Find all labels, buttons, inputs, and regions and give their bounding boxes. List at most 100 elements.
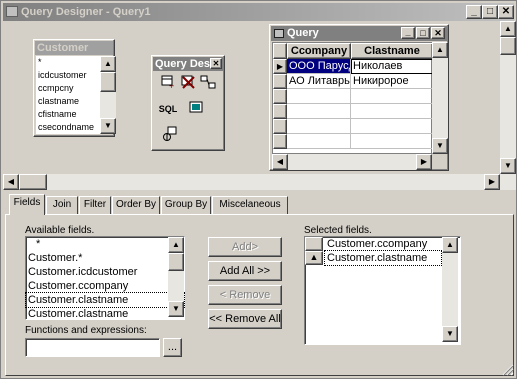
- available-scroll-thumb[interactable]: [168, 253, 184, 271]
- available-field-item[interactable]: Customer.icdcustomer: [26, 265, 184, 279]
- output-icon[interactable]: [186, 100, 206, 118]
- app-icon: [6, 6, 18, 17]
- design-vscroll-thumb[interactable]: [500, 37, 516, 55]
- column-header-company[interactable]: Ccompany: [287, 43, 351, 59]
- remove-button[interactable]: < Remove: [208, 285, 282, 305]
- design-scroll-up[interactable]: ▲: [500, 21, 516, 37]
- grid-cell-lastname[interactable]: Николаев: [351, 59, 433, 74]
- drag-handle[interactable]: ▲: [305, 251, 323, 265]
- customer-field-item[interactable]: ccmpcny: [36, 82, 100, 95]
- customer-field-item[interactable]: csecondname: [36, 121, 100, 134]
- tab-join[interactable]: Join: [46, 196, 78, 214]
- query-scroll-down[interactable]: ▼: [432, 138, 448, 154]
- drag-handle[interactable]: [305, 237, 323, 251]
- remove-all-button[interactable]: << Remove All: [208, 309, 282, 329]
- size-grip[interactable]: [500, 362, 514, 376]
- design-hscroll-thumb[interactable]: [19, 174, 47, 190]
- query-minimize-button[interactable]: _: [401, 27, 415, 39]
- add-table-icon[interactable]: +: [158, 74, 178, 92]
- tab-order-by[interactable]: Order By: [112, 196, 160, 214]
- selected-scroll-down[interactable]: ▼: [442, 326, 458, 342]
- query-scroll-right[interactable]: ▶: [416, 154, 432, 170]
- column-header-lastname[interactable]: Clastname: [351, 43, 433, 59]
- toolbox-close-button[interactable]: ✕: [210, 58, 222, 69]
- available-scroll-up[interactable]: ▲: [168, 237, 184, 253]
- row-selector[interactable]: [273, 89, 287, 104]
- grid-cell-lastname[interactable]: [351, 119, 433, 134]
- available-field-item[interactable]: Customer.ccompany: [26, 279, 184, 293]
- title-bar[interactable]: Query Designer - Query1 _ □ ✕: [3, 3, 514, 21]
- selected-fields-list[interactable]: Customer.ccompany ▲ Customer.clastname ▲ ▼: [304, 236, 461, 345]
- functions-browse-button[interactable]: ...: [163, 338, 182, 357]
- query-results-window[interactable]: Query _ □ ✕ Ccompany Clastname ▶ ООО Пару…: [269, 24, 449, 171]
- selected-scroll-up[interactable]: ▲: [442, 237, 458, 253]
- query-scroll-left[interactable]: ◀: [272, 154, 288, 170]
- tab-group-by[interactable]: Group By: [161, 196, 211, 214]
- query-scroll-up[interactable]: ▲: [432, 42, 448, 58]
- functions-input[interactable]: [25, 338, 160, 357]
- customer-table-box[interactable]: Customer * icdcustomer ccmpcny clastname cfi…: [33, 39, 116, 137]
- grid-cell-lastname[interactable]: [351, 89, 433, 104]
- scroll-up-button[interactable]: ▲: [100, 56, 116, 72]
- row-selector[interactable]: [273, 119, 287, 134]
- run-query-icon[interactable]: [160, 126, 180, 144]
- design-vscroll[interactable]: ▲ ▼: [500, 21, 516, 174]
- add-all-button[interactable]: Add All >>: [208, 261, 282, 281]
- available-scrollbar[interactable]: ▲ ▼: [168, 237, 184, 317]
- grid-cell-company[interactable]: АО Литаврь: [287, 74, 351, 89]
- query-hscroll[interactable]: ◀ ▶: [272, 154, 432, 170]
- available-scroll-down[interactable]: ▼: [168, 301, 184, 317]
- grid-cell-lastname[interactable]: Никиророе: [351, 74, 433, 89]
- grid-cell-company[interactable]: [287, 119, 351, 134]
- maximize-button[interactable]: □: [482, 5, 498, 19]
- row-selector[interactable]: [273, 134, 287, 149]
- customer-field-item[interactable]: *: [36, 56, 100, 69]
- scroll-thumb[interactable]: [100, 72, 116, 92]
- query-maximize-button[interactable]: □: [416, 27, 430, 39]
- grid-icon: [274, 29, 284, 38]
- add-button[interactable]: Add>: [208, 237, 282, 257]
- design-scroll-left[interactable]: ◀: [3, 174, 19, 190]
- tab-fields[interactable]: Fields: [9, 194, 45, 215]
- available-fields-list[interactable]: * Customer.* Customer.icdcustomer Customer.…: [25, 236, 185, 320]
- customer-table-title[interactable]: Customer: [35, 41, 113, 55]
- tab-filter[interactable]: Filter: [79, 196, 111, 214]
- scroll-down-button[interactable]: ▼: [100, 118, 116, 134]
- grid-cell-company[interactable]: [287, 104, 351, 119]
- grid-cell-lastname[interactable]: [351, 134, 433, 149]
- query-toolbox[interactable]: Query Desi ✕ + SQL: [151, 55, 225, 151]
- grid-cell-company[interactable]: ООО Парусд: [287, 59, 351, 74]
- row-selector[interactable]: [273, 74, 287, 89]
- query-grid[interactable]: Ccompany Clastname ▶ ООО Парусд Николаев АО…: [272, 42, 433, 154]
- customer-field-list[interactable]: * icdcustomer ccmpcny clastname cfistname cse…: [36, 56, 100, 134]
- tab-miscellaneous[interactable]: Miscelaneous: [212, 196, 288, 214]
- customer-scrollbar[interactable]: ▲ ▼: [100, 56, 116, 134]
- customer-field-item[interactable]: cfistname: [36, 108, 100, 121]
- query-close-button[interactable]: ✕: [431, 27, 445, 39]
- selected-field-item[interactable]: Customer.ccompany: [305, 237, 442, 251]
- minimize-button[interactable]: _: [466, 5, 482, 19]
- row-selector[interactable]: ▶: [273, 59, 287, 74]
- grid-cell-company[interactable]: [287, 134, 351, 149]
- toolbox-title[interactable]: Query Desi ✕: [153, 57, 223, 71]
- query-title-bar[interactable]: Query _ □ ✕: [271, 26, 447, 41]
- selected-scrollbar[interactable]: ▲ ▼: [442, 237, 458, 342]
- design-scroll-down[interactable]: ▼: [500, 158, 516, 174]
- customer-field-item[interactable]: icdcustomer: [36, 69, 100, 82]
- available-field-item[interactable]: Customer.*: [26, 251, 184, 265]
- remove-table-icon[interactable]: [178, 74, 198, 92]
- query-vscroll[interactable]: ▲ ▼: [432, 42, 448, 154]
- design-hscroll[interactable]: ◀ ▶: [3, 174, 516, 190]
- row-selector[interactable]: [273, 104, 287, 119]
- available-field-item[interactable]: Customer.clastname: [26, 307, 184, 321]
- sql-icon[interactable]: SQL: [158, 100, 178, 118]
- available-field-item[interactable]: *: [26, 237, 184, 251]
- customer-field-item[interactable]: clastname: [36, 95, 100, 108]
- join-icon[interactable]: [198, 74, 218, 92]
- close-button[interactable]: ✕: [498, 5, 514, 19]
- available-field-item[interactable]: Customer.clastname: [25, 292, 185, 308]
- grid-cell-company[interactable]: [287, 89, 351, 104]
- design-scroll-right[interactable]: ▶: [484, 174, 500, 190]
- selected-field-item[interactable]: ▲ Customer.clastname: [305, 250, 442, 266]
- grid-cell-lastname[interactable]: [351, 104, 433, 119]
